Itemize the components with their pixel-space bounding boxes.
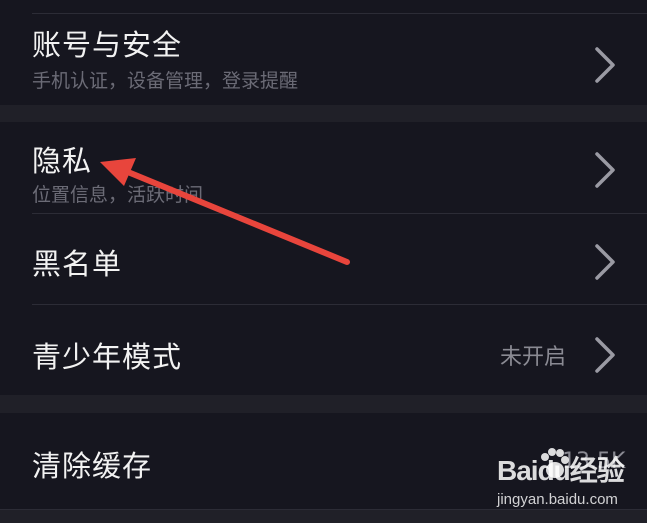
baidu-watermark: Baidu经验 jingyan.baidu.com — [497, 447, 642, 517]
baidu-paw-icon — [541, 448, 569, 478]
red-arrow-annotation — [100, 158, 350, 265]
watermark-url: jingyan.baidu.com — [497, 491, 618, 508]
